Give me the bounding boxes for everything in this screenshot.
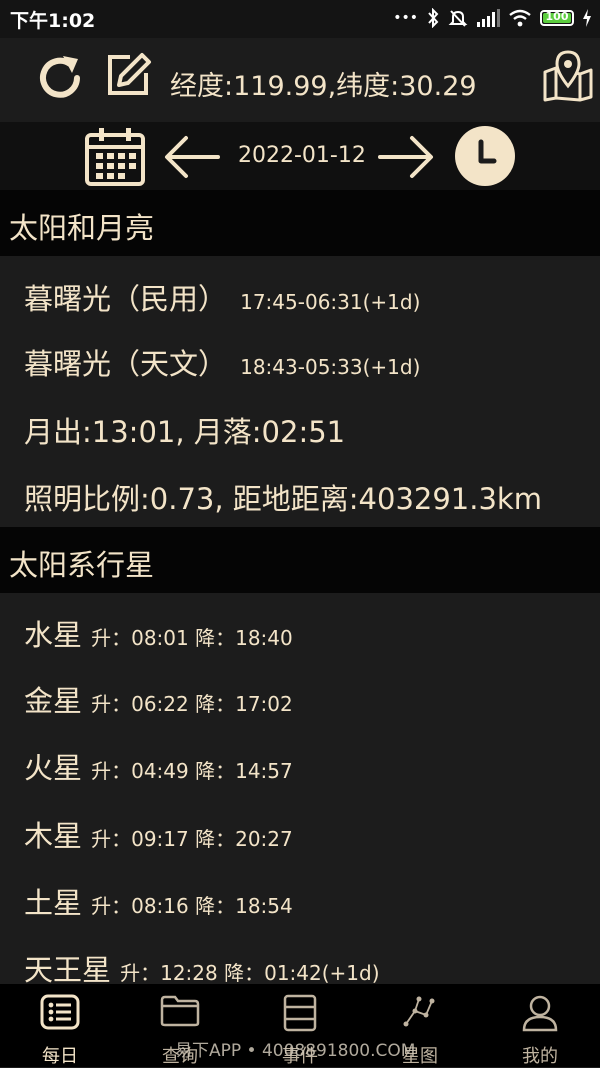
signal-dots-icon: •••	[393, 10, 418, 26]
civil-twilight-value: 17:45-06:31(+1d)	[240, 290, 421, 314]
status-time: 下午1:02	[10, 10, 96, 32]
previous-day-arrow-icon[interactable]	[162, 134, 222, 180]
civil-twilight-label: 暮曙光（民用）	[24, 282, 228, 316]
planet-name: 木星	[24, 819, 83, 853]
bluetooth-icon	[428, 8, 439, 28]
planet-name: 土星	[24, 886, 83, 920]
status-icons: ••• 100	[393, 5, 592, 31]
planet-times: 升：08:16 降：18:54	[91, 894, 293, 918]
coordinates-text: 经度:119.99,纬度:30.29	[170, 71, 477, 102]
user-icon	[522, 995, 558, 1032]
planet-times: 升：09:17 降：20:27	[91, 827, 293, 851]
nav-label: 我的	[522, 1046, 558, 1067]
status-bar: 下午1:02 ••• 100	[0, 0, 600, 38]
list-icon	[40, 994, 80, 1030]
battery-icon: 100	[540, 10, 574, 26]
top-bar: 经度:119.99,纬度:30.29	[0, 38, 600, 122]
nav-label: 每日	[42, 1046, 78, 1067]
planet-row: 天王星 升：12:28 降：01:42(+1d)	[24, 947, 380, 989]
map-location-icon[interactable]	[542, 50, 594, 102]
mute-icon	[448, 10, 468, 27]
planet-times: 升：08:01 降：18:40	[91, 626, 293, 650]
planet-row: 木星 升：09:17 降：20:27	[24, 813, 293, 855]
refresh-icon[interactable]	[30, 48, 90, 108]
constellation-icon	[403, 996, 435, 1027]
planet-name: 金星	[24, 684, 83, 718]
nav-item-mine[interactable]: 我的	[480, 984, 600, 1067]
planet-name: 天王星	[24, 953, 112, 987]
cell-signal-icon	[477, 9, 500, 27]
clock-icon[interactable]	[454, 125, 516, 187]
current-date[interactable]: 2022-01-12	[238, 143, 366, 168]
calendar-icon[interactable]	[84, 127, 146, 187]
server-icon	[283, 994, 317, 1032]
planet-row: 水星 升：08:01 降：18:40	[24, 612, 293, 654]
astro-twilight-label: 暮曙光（天文）	[24, 347, 228, 381]
planet-row: 土星 升：08:16 降：18:54	[24, 880, 293, 922]
wifi-icon	[509, 9, 531, 27]
civil-twilight-row: 暮曙光（民用） 17:45-06:31(+1d)	[24, 276, 420, 318]
charging-icon	[583, 9, 591, 27]
planet-times: 升：04:49 降：14:57	[91, 759, 293, 783]
edit-icon[interactable]	[104, 51, 152, 99]
watermark-text: 易下APP • 4008891800.COM	[175, 1041, 416, 1061]
section-header-planets: 太阳系行星	[0, 527, 600, 593]
next-day-arrow-icon[interactable]	[376, 134, 436, 180]
planet-times: 升：12:28 降：01:42(+1d)	[120, 961, 380, 985]
section-title: 太阳和月亮	[9, 211, 155, 245]
section-title: 太阳系行星	[9, 548, 155, 582]
planet-row: 火星 升：04:49 降：14:57	[24, 745, 293, 787]
planet-row: 金星 升：06:22 降：17:02	[24, 678, 293, 720]
astro-twilight-row: 暮曙光（天文） 18:43-05:33(+1d)	[24, 341, 420, 383]
astro-twilight-value: 18:43-05:33(+1d)	[240, 355, 421, 379]
folder-icon	[160, 995, 200, 1027]
planet-times: 升：06:22 降：17:02	[91, 692, 293, 716]
moon-rise-set: 月出:13:01, 月落:02:51	[24, 415, 346, 449]
illumination-distance: 照明比例:0.73, 距地距离:403291.3km	[24, 482, 542, 516]
nav-item-daily[interactable]: 每日	[0, 984, 120, 1067]
planet-name: 火星	[24, 751, 83, 785]
section-header-sun-moon: 太阳和月亮	[0, 190, 600, 256]
date-navigation: 2022-01-12	[0, 122, 600, 190]
planet-name: 水星	[24, 618, 83, 652]
